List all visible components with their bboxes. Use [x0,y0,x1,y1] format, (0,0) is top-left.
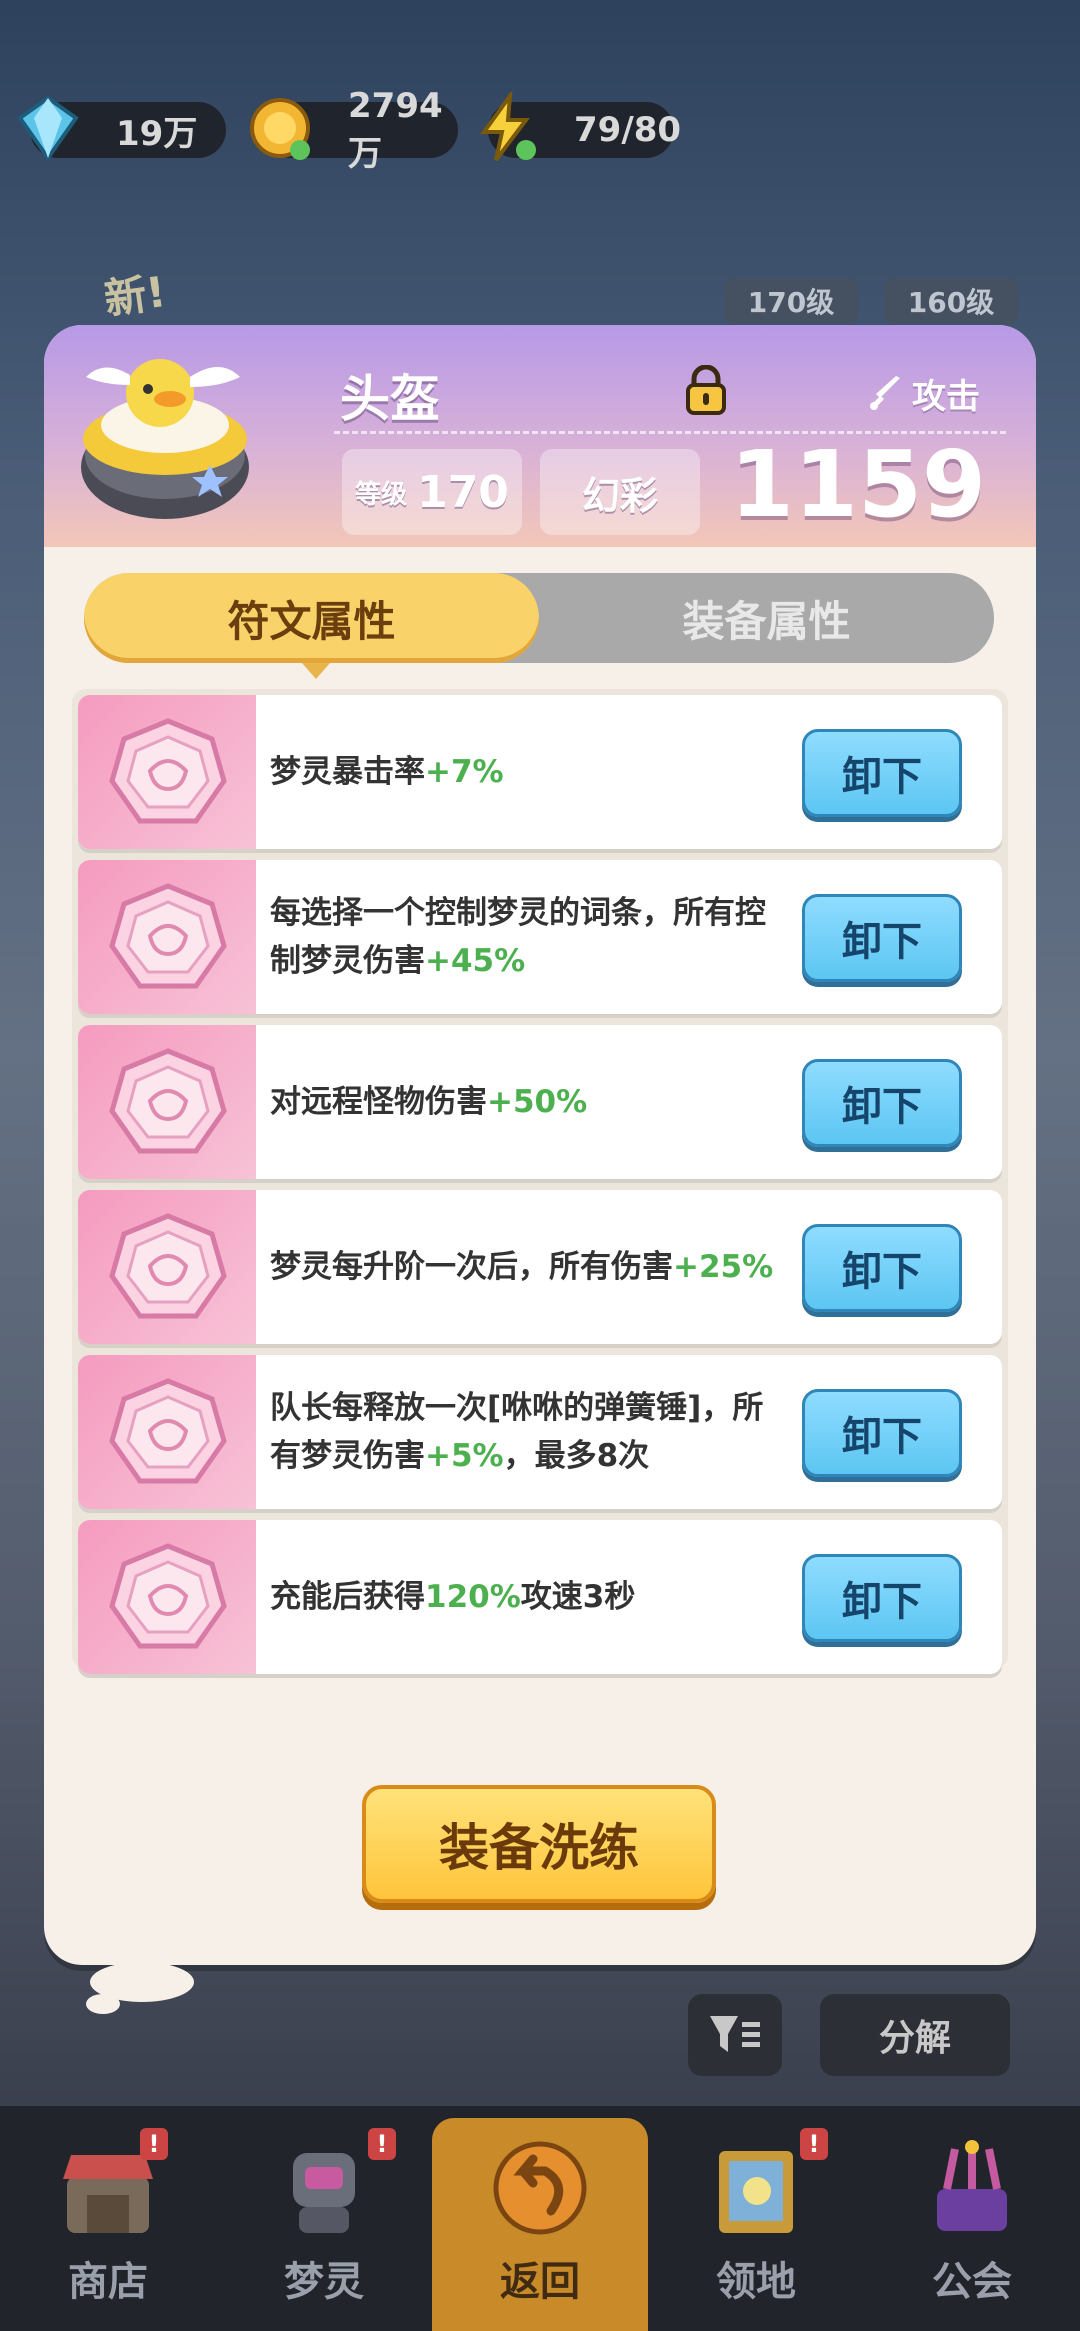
rune-row: 梦灵暴击率+7% 卸下 [78,695,1002,849]
background-level-tag: 160级 [884,278,1018,324]
rune-thumbnail [78,1520,256,1674]
unequip-button[interactable]: 卸下 [802,729,962,817]
unequip-button[interactable]: 卸下 [802,1059,962,1147]
bottom-nav: ! 商店 ! 梦灵 返回 ! 领地 公会 [0,2106,1080,2331]
speech-bubble-tail [86,1994,120,2014]
rune-gem-icon [109,1543,227,1649]
rune-text: ，最多8次 [503,1438,650,1474]
item-type-label: 攻击 [912,377,980,417]
rune-text: 梦灵每升阶一次后，所有伤害 [270,1249,673,1285]
rune-description: 对远程怪物伤害+50% [270,1025,782,1179]
rune-gem-icon [109,1048,227,1154]
unequip-button[interactable]: 卸下 [802,894,962,982]
decompose-button[interactable]: 分解 [820,1994,1010,2076]
rune-text: 充能后获得 [270,1579,425,1615]
attribute-tabs: 符文属性 装备属性 [84,573,994,679]
rune-list: 梦灵暴击率+7% 卸下 每选择一个控制梦灵的词条，所有控制梦灵伤害+45% 卸下 对远程… [72,689,1008,1674]
item-type: 攻击 [866,369,980,418]
rune-row: 对远程怪物伤害+50% 卸下 [78,1025,1002,1179]
lock-icon[interactable] [684,365,728,417]
energy-counter[interactable]: 79/80 [480,92,681,162]
rune-row: 队长每释放一次[咻咻的弹簧锤]，所有梦灵伤害+5%，最多8次 卸下 [78,1355,1002,1509]
notification-badge: ! [140,2128,168,2160]
background-level-tag: 170级 [724,278,858,324]
rune-description: 梦灵暴击率+7% [270,695,782,849]
equipment-detail-modal: 头盔 攻击 等级 170 幻彩 1159 符文属性 装备属性 梦灵暴击率+7% 卸… [44,325,1036,1965]
rune-value: +45% [425,943,526,979]
rune-text: 梦灵暴击率 [270,754,425,790]
rune-value: +5% [425,1438,504,1474]
diamond-icon [17,95,79,162]
robot-icon [293,2153,355,2233]
nav-shop[interactable]: ! 商店 [0,2106,216,2331]
level-pill: 等级 170 [342,449,522,535]
item-name: 头盔 [340,370,440,428]
rune-value: +7% [425,754,504,790]
nav-back[interactable]: 返回 [432,2118,648,2331]
tab-equipment-attributes[interactable]: 装备属性 [539,573,994,663]
coin-counter[interactable]: 2794万 [250,86,458,174]
unequip-button[interactable]: 卸下 [802,1389,962,1477]
rune-row: 充能后获得120%攻速3秒 卸下 [78,1520,1002,1674]
rune-value: 120% [425,1579,521,1615]
notification-badge: ! [800,2128,828,2160]
coin-icon [250,98,310,160]
rune-text: 对远程怪物伤害 [270,1084,487,1120]
level-value: 170 [417,466,509,518]
rune-thumbnail [78,1025,256,1179]
rune-thumbnail [78,860,256,1014]
item-header: 头盔 攻击 等级 170 幻彩 1159 [44,325,1036,547]
rarity-pill: 幻彩 [540,449,700,535]
rune-row: 梦灵每升阶一次后，所有伤害+25% 卸下 [78,1190,1002,1344]
filter-button[interactable] [688,1994,782,2076]
rune-description: 梦灵每升阶一次后，所有伤害+25% [270,1190,782,1344]
nav-label: 公会 [932,2259,1012,2305]
energy-value: 79/80 [574,110,682,150]
return-icon [493,2141,587,2235]
new-tag: 新! [101,266,169,324]
nav-guild[interactable]: 公会 [864,2106,1080,2331]
rune-description: 每选择一个控制梦灵的词条，所有控制梦灵伤害+45% [270,860,782,1014]
rune-text: 攻速3秒 [520,1579,636,1615]
guild-icon [937,2140,1007,2231]
level-key: 等级 [355,479,408,510]
nav-label: 梦灵 [284,2259,364,2305]
tab-rune-attributes[interactable]: 符文属性 [84,573,539,679]
rune-description: 充能后获得120%攻速3秒 [270,1520,782,1674]
rune-thumbnail [78,695,256,849]
rune-gem-icon [109,718,227,824]
coin-value: 2794万 [348,85,443,174]
diamond-value: 19万 [116,113,198,154]
nav-label: 领地 [716,2259,796,2305]
lightning-icon [480,92,536,162]
nav-dream-spirit[interactable]: ! 梦灵 [216,2106,432,2331]
notification-badge: ! [368,2128,396,2160]
nav-label: 返回 [500,2259,580,2305]
power-value: 1159 [729,431,986,538]
nav-territory[interactable]: ! 领地 [648,2106,864,2331]
filter-icon [710,2016,760,2052]
rune-gem-icon [109,1378,227,1484]
unequip-button[interactable]: 卸下 [802,1554,962,1642]
rune-row: 每选择一个控制梦灵的词条，所有控制梦灵伤害+45% 卸下 [78,860,1002,1014]
helmet-icon [81,359,249,519]
rune-thumbnail [78,1190,256,1344]
rune-description: 队长每释放一次[咻咻的弹簧锤]，所有梦灵伤害+5%，最多8次 [270,1355,782,1509]
rune-value: +25% [673,1249,774,1285]
rune-value: +50% [487,1084,588,1120]
rune-gem-icon [109,1213,227,1319]
nav-label: 商店 [68,2259,148,2305]
rune-gem-icon [109,883,227,989]
map-icon [719,2151,793,2233]
diamond-counter[interactable]: 19万 [17,95,226,162]
sword-icon [870,375,900,410]
unequip-button[interactable]: 卸下 [802,1224,962,1312]
refine-button[interactable]: 装备洗练 [362,1785,716,1903]
rune-thumbnail [78,1355,256,1509]
